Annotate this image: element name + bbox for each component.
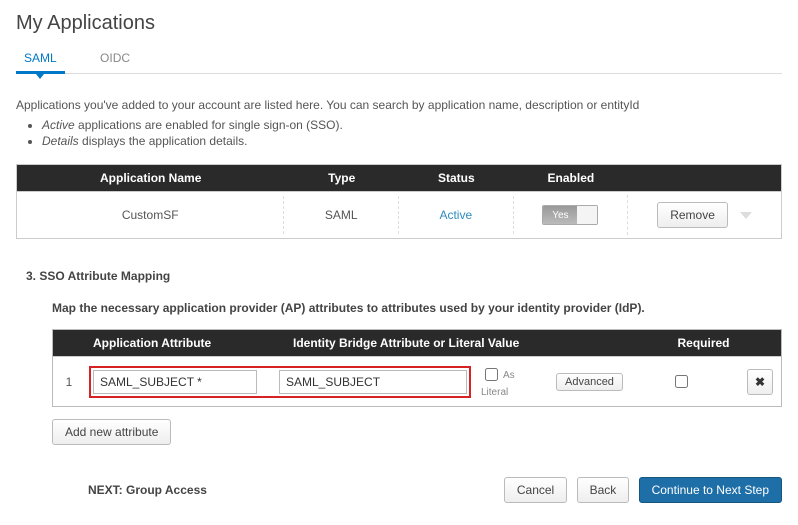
- header-actions: [628, 165, 781, 191]
- attribute-row: 1 As Literal Advanced: [53, 356, 781, 406]
- intro-text: Applications you've added to your accoun…: [16, 98, 782, 112]
- cell-status[interactable]: Active: [399, 196, 514, 234]
- intro-bullet-details: Details displays the application details…: [42, 134, 782, 148]
- tabs: SAML OIDC: [16, 45, 782, 74]
- required-checkbox[interactable]: [675, 375, 688, 388]
- as-literal-checkbox[interactable]: [485, 368, 498, 381]
- attribute-table-header: Application Attribute Identity Bridge At…: [53, 330, 781, 356]
- section-description: Map the necessary application provider (…: [52, 301, 782, 315]
- header-required: Required: [666, 330, 741, 356]
- intro-bullet-em: Active: [42, 118, 75, 132]
- advanced-button[interactable]: Advanced: [556, 373, 623, 391]
- cell-type: SAML: [284, 196, 399, 234]
- toggle-off-side: [577, 206, 597, 224]
- cancel-button[interactable]: Cancel: [504, 477, 567, 503]
- intro-bullet-em: Details: [42, 134, 79, 148]
- header-app-attribute: Application Attribute: [85, 330, 285, 356]
- intro-bullet-rest: applications are enabled for single sign…: [75, 118, 343, 132]
- advanced-cell: Advanced: [550, 371, 620, 393]
- row-index: 1: [53, 373, 85, 391]
- highlighted-inputs: [89, 366, 471, 398]
- enabled-toggle[interactable]: Yes: [542, 205, 598, 225]
- header-delete: [741, 337, 781, 349]
- cell-enabled: Yes: [514, 195, 629, 235]
- next-step-label: NEXT: Group Access: [88, 483, 207, 497]
- header-status: Status: [399, 165, 514, 191]
- delete-cell: ✖: [741, 367, 781, 397]
- expand-row-icon[interactable]: [740, 212, 752, 219]
- intro-bullets: Active applications are enabled for sing…: [16, 118, 782, 148]
- tab-oidc[interactable]: OIDC: [92, 45, 138, 73]
- remove-button[interactable]: Remove: [657, 202, 728, 228]
- intro-bullet-rest: displays the application details.: [79, 134, 248, 148]
- cell-actions: Remove: [628, 192, 781, 238]
- cell-app-name: CustomSF: [17, 196, 284, 234]
- header-app-name: Application Name: [17, 165, 284, 191]
- header-type: Type: [284, 165, 399, 191]
- applications-table-header: Application Name Type Status Enabled: [17, 165, 781, 191]
- intro-bullet-active: Active applications are enabled for sing…: [42, 118, 782, 132]
- required-cell: [620, 370, 741, 393]
- delete-row-button[interactable]: ✖: [747, 369, 773, 395]
- as-literal-cell: As Literal: [475, 363, 550, 400]
- application-attribute-input[interactable]: [93, 370, 257, 394]
- back-button[interactable]: Back: [577, 477, 630, 503]
- section-title: 3. SSO Attribute Mapping: [26, 269, 782, 283]
- identity-attribute-input[interactable]: [279, 370, 467, 394]
- header-identity-value: Identity Bridge Attribute or Literal Val…: [285, 330, 666, 356]
- close-icon: ✖: [755, 375, 765, 389]
- header-enabled: Enabled: [514, 165, 629, 191]
- attribute-mapping-table: Application Attribute Identity Bridge At…: [52, 329, 782, 407]
- table-row: CustomSF SAML Active Yes Remove: [17, 191, 781, 238]
- toggle-yes-label: Yes: [543, 206, 577, 224]
- tab-saml[interactable]: SAML: [16, 45, 65, 73]
- add-new-attribute-button[interactable]: Add new attribute: [52, 419, 171, 445]
- continue-button[interactable]: Continue to Next Step: [639, 477, 782, 503]
- applications-table: Application Name Type Status Enabled Cus…: [16, 164, 782, 239]
- page-title: My Applications: [16, 12, 782, 35]
- header-idx: [53, 337, 85, 349]
